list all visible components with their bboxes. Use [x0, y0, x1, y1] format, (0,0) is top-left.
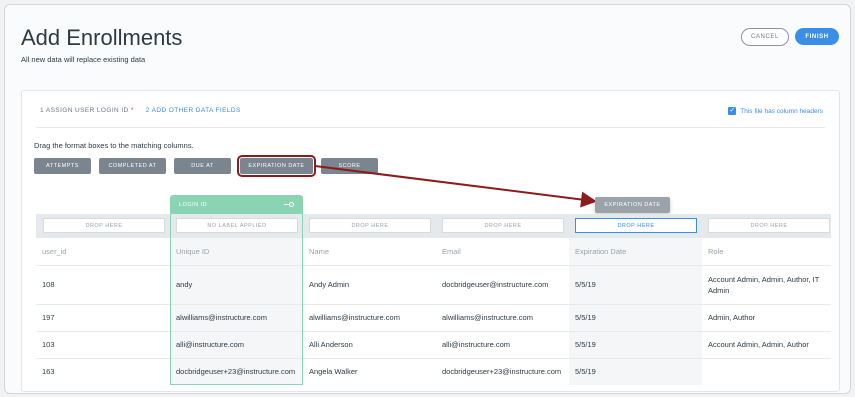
divider	[36, 127, 825, 128]
table-cell: andy	[176, 280, 193, 289]
table-cell: 5/5/19	[575, 313, 596, 322]
table-cell: Account Admin, Admin, Author, IT Admin	[708, 274, 820, 295]
table-cell: 163	[42, 367, 55, 376]
finish-button[interactable]: FINISH	[795, 28, 839, 45]
step-add-data-fields[interactable]: 2 ADD OTHER DATA FIELDS	[146, 107, 241, 114]
enrollment-mapping-card: 1 ASSIGN USER LOGIN ID * 2 ADD OTHER DATA…	[21, 90, 840, 392]
table-cell: docbridgeuser+23@instructure.com	[442, 367, 562, 376]
table-cell: docbridgeuser@instructure.com	[442, 280, 549, 289]
column-headers-toggle[interactable]: ✓ This file has column headers	[728, 107, 823, 115]
table-cell: alwilliams@instructure.com	[309, 313, 400, 322]
login-id-label: LOGIN ID	[179, 201, 208, 208]
drop-zone-role[interactable]: DROP HERE	[708, 218, 830, 233]
drop-zone-name[interactable]: DROP HERE	[309, 218, 431, 233]
table-cell	[702, 358, 831, 385]
cancel-button[interactable]: CANCEL	[741, 28, 789, 46]
table-row: 103 alli@instructure.com Alli Anderson a…	[36, 331, 831, 359]
table-cell: Angela Walker	[309, 367, 358, 376]
table-cell: 5/5/19	[575, 280, 596, 289]
table-header-row: user_id Unique ID Name Email Expiration …	[36, 238, 831, 266]
table-cell: Account Admin, Admin, Author	[708, 340, 809, 349]
instruction-text: Drag the format boxes to the matching co…	[34, 141, 194, 150]
table-row: 108 andy Andy Admin docbridgeuser@instru…	[36, 265, 831, 305]
column-header: Unique ID	[176, 247, 210, 256]
drop-zone-email[interactable]: DROP HERE	[442, 218, 564, 233]
required-marker: *	[130, 107, 134, 114]
drop-zone-user-id[interactable]: DROP HERE	[43, 218, 165, 233]
app-window: Add Enrollments All new data will replac…	[4, 4, 851, 394]
table-cell: Alli Anderson	[309, 340, 353, 349]
table-cell: Andy Admin	[309, 280, 350, 289]
checkbox-checked-icon[interactable]: ✓	[728, 107, 737, 115]
step-nav: 1 ASSIGN USER LOGIN ID * 2 ADD OTHER DATA…	[40, 107, 241, 114]
table-row: 163 docbridgeuser+23@instructure.com Ang…	[36, 358, 831, 385]
column-header: Expiration Date	[575, 247, 627, 256]
table-cell: 197	[42, 313, 55, 322]
table-cell: docbridgeuser+23@instructure.com	[176, 367, 296, 376]
table-cell: alwilliams@instructure.com	[442, 313, 533, 322]
table-cell: 108	[42, 280, 55, 289]
format-box-score[interactable]: SCORE	[321, 158, 378, 174]
format-box-completed-at[interactable]: COMPLETED AT	[99, 158, 166, 174]
column-header: Name	[309, 247, 330, 256]
table-cell: alli@instructure.com	[176, 340, 245, 349]
table-row: 197 alwilliams@instructure.com alwilliam…	[36, 304, 831, 332]
table-cell: 5/5/19	[575, 340, 596, 349]
page-title: Add Enrollments	[21, 25, 183, 50]
table-cell: Admin, Author	[708, 313, 756, 322]
format-box-due-at[interactable]: DUE AT	[174, 158, 231, 174]
format-box-expiration-date[interactable]: EXPIRATION DATE	[237, 155, 316, 177]
dragging-format-box[interactable]: EXPIRATION DATE	[595, 197, 670, 213]
column-header: user_id	[42, 247, 67, 256]
table-cell: 103	[42, 340, 55, 349]
table-cell: alli@instructure.com	[442, 340, 511, 349]
drop-zone-unique-id[interactable]: NO LABEL APPLIED	[176, 218, 298, 233]
login-id-tab[interactable]: LOGIN ID	[170, 195, 303, 214]
column-header: Role	[708, 247, 724, 256]
page-subtitle: All new data will replace existing data	[21, 55, 146, 64]
step-assign-login-id[interactable]: 1 ASSIGN USER LOGIN ID *	[40, 107, 134, 114]
format-box-attempts[interactable]: ATTEMPTS	[34, 158, 91, 174]
key-icon	[284, 201, 294, 208]
column-headers-label: This file has column headers	[740, 107, 823, 115]
drop-zone-row: DROP HERE NO LABEL APPLIED DROP HERE DRO…	[36, 214, 831, 238]
table-cell: alwilliams@instructure.com	[176, 313, 267, 322]
table-cell: 5/5/19	[575, 367, 596, 376]
column-header: Email	[442, 247, 461, 256]
drop-zone-expiration-date[interactable]: DROP HERE	[575, 218, 697, 233]
